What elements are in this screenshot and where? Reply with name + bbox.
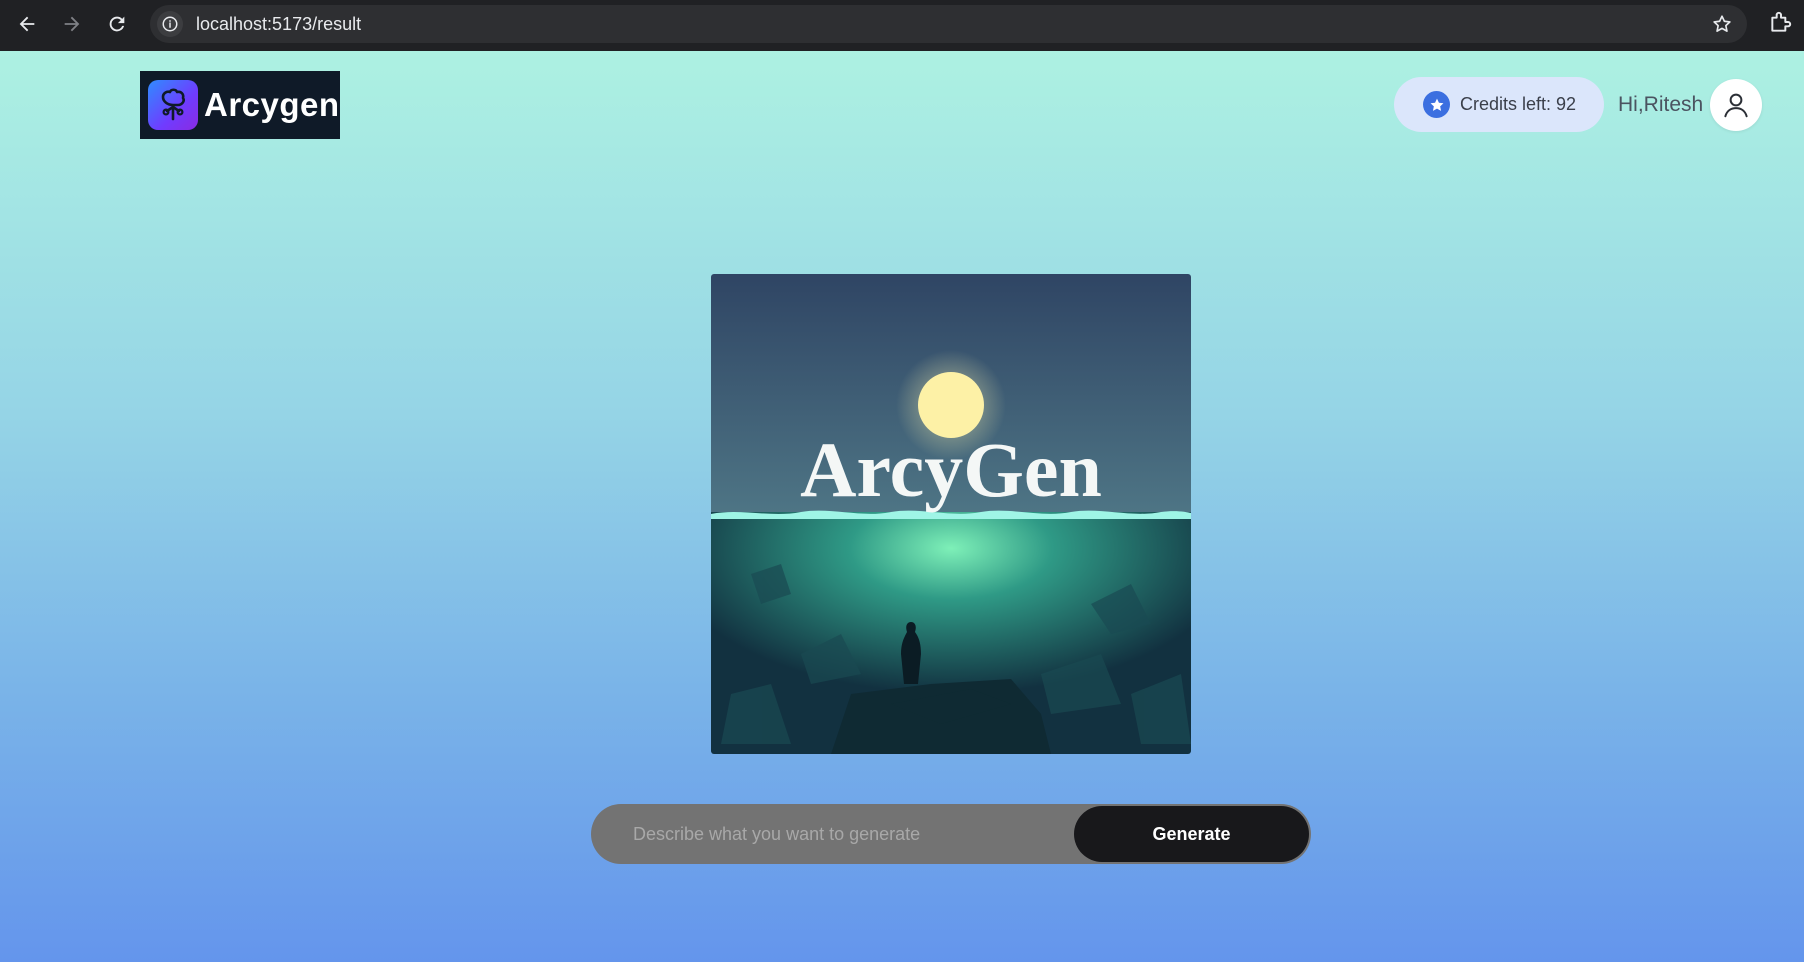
- site-info-icon[interactable]: [157, 11, 183, 37]
- back-arrow-icon: [19, 16, 35, 32]
- result-page: Arcygen Credits left: 92 Hi,Ritesh ArcyG…: [0, 51, 1804, 962]
- address-bar[interactable]: localhost:5173/result: [150, 5, 1747, 43]
- browser-toolbar: localhost:5173/result: [0, 0, 1804, 51]
- credits-button[interactable]: Credits left: 92: [1394, 77, 1604, 132]
- prompt-bar: Generate: [591, 804, 1311, 864]
- credits-label: Credits left: 92: [1460, 94, 1577, 114]
- forward-button[interactable]: [56, 8, 88, 40]
- reload-icon: [109, 16, 125, 32]
- generate-button[interactable]: Generate: [1074, 806, 1309, 862]
- prompt-input[interactable]: [591, 804, 1074, 864]
- forward-arrow-icon: [64, 16, 80, 32]
- url-text[interactable]: localhost:5173/result: [196, 14, 361, 35]
- reload-button[interactable]: [101, 8, 133, 40]
- brain-tree-icon: [148, 80, 198, 130]
- image-title: ArcyGen: [800, 426, 1102, 513]
- avatar[interactable]: [1710, 79, 1762, 131]
- logo-text: Arcygen: [204, 86, 340, 123]
- logo[interactable]: Arcygen: [140, 71, 340, 139]
- user-greeting: Hi,Ritesh: [1618, 93, 1704, 116]
- back-button[interactable]: [11, 8, 43, 40]
- bookmark-star-icon[interactable]: [1711, 13, 1733, 35]
- user-icon: [1724, 93, 1748, 118]
- extensions-icon[interactable]: [1768, 9, 1794, 35]
- star-icon: [1423, 91, 1450, 118]
- generated-image: ArcyGen: [711, 274, 1191, 754]
